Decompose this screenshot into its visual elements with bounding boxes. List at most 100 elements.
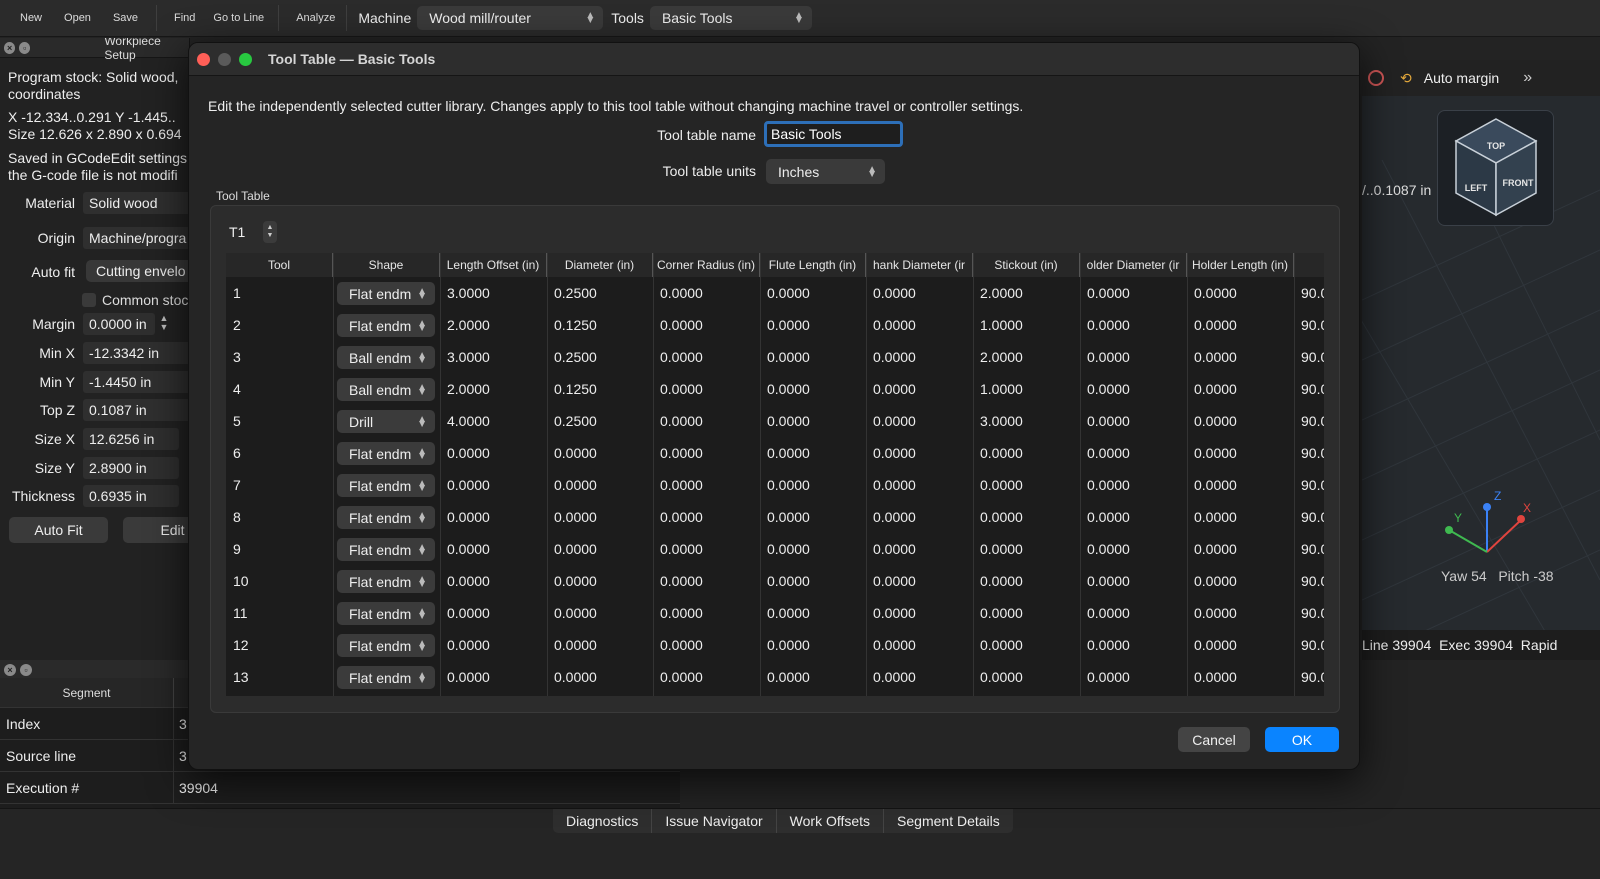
cell-stickout[interactable]: 1.0000 xyxy=(973,309,1080,341)
cell-flute-length[interactable]: 0.0000 xyxy=(760,629,867,661)
cell-holder-length[interactable]: 0.0000 xyxy=(1187,597,1294,629)
cell-stickout[interactable]: 0.0000 xyxy=(973,597,1080,629)
shape-select[interactable]: Drill ▲ ▼ xyxy=(337,410,435,433)
cell-tool[interactable]: 6 xyxy=(226,437,333,469)
cell-angle[interactable]: 90.0 xyxy=(1294,469,1324,501)
origin-select[interactable]: Machine/progra xyxy=(83,227,189,249)
cell-flute-length[interactable]: 0.0000 xyxy=(760,309,867,341)
cell-angle[interactable]: 90.0 xyxy=(1294,373,1324,405)
col-angle[interactable] xyxy=(1294,253,1324,277)
cell-flute-length[interactable]: 0.0000 xyxy=(760,597,867,629)
cell-length-offset[interactable]: 3.0000 xyxy=(440,277,547,309)
cell-corner-radius[interactable]: 0.0000 xyxy=(653,501,760,533)
cell-holder-length[interactable]: 0.0000 xyxy=(1187,277,1294,309)
cell-corner-radius[interactable]: 0.0000 xyxy=(653,661,760,693)
cell-shank-diameter[interactable]: 0.0000 xyxy=(866,629,973,661)
cell-holder-length[interactable]: 0.0000 xyxy=(1187,309,1294,341)
shape-select[interactable]: Flat endm ▲ ▼ xyxy=(337,506,435,529)
table-row[interactable]: 13 Flat endm ▲ ▼ 0.0000 0.0000 0.0000 0.0000 0.0… xyxy=(226,661,1324,693)
expand-icon[interactable]: » xyxy=(1523,69,1532,87)
tab-issue-navigator[interactable]: Issue Navigator xyxy=(651,809,775,833)
table-row[interactable]: 12 Flat endm ▲ ▼ 0.0000 0.0000 0.0000 0.0000 0.0… xyxy=(226,629,1324,661)
close-window-icon[interactable] xyxy=(197,52,210,66)
shape-select[interactable]: Flat endm ▲ ▼ xyxy=(337,570,435,593)
cell-tool[interactable]: 2 xyxy=(226,309,333,341)
table-row[interactable]: 3 Ball endm ▲ ▼ 3.0000 0.2500 0.0000 0.0000 0.00… xyxy=(226,341,1324,373)
cell-diameter[interactable]: 0.0000 xyxy=(547,469,654,501)
cell-holder-length[interactable]: 0.0000 xyxy=(1187,661,1294,693)
float-icon[interactable]: ▫ xyxy=(19,41,31,54)
tools-select[interactable]: Basic Tools ▲ ▼ xyxy=(649,6,812,30)
cell-flute-length[interactable]: 0.0000 xyxy=(760,469,867,501)
col-flute-length[interactable]: Flute Length (in) xyxy=(760,253,866,277)
cell-angle[interactable]: 90.0 xyxy=(1294,501,1324,533)
cube-top-label[interactable]: TOP xyxy=(1487,141,1505,151)
cell-flute-length[interactable]: 0.0000 xyxy=(760,437,867,469)
table-row[interactable]: 5 Drill ▲ ▼ 4.0000 0.2500 0.0000 0.0000 0.0000 3.… xyxy=(226,405,1324,437)
common-stock-checkbox[interactable]: Common stoc xyxy=(82,292,188,308)
cell-holder-diameter[interactable]: 0.0000 xyxy=(1080,661,1187,693)
cell-flute-length[interactable]: 0.0000 xyxy=(760,341,867,373)
cell-stickout[interactable]: 2.0000 xyxy=(973,341,1080,373)
cell-tool[interactable]: 10 xyxy=(226,565,333,597)
cell-diameter[interactable]: 0.0000 xyxy=(547,501,654,533)
auto-margin-icon[interactable]: ⟲ xyxy=(1400,70,1412,87)
shape-select[interactable]: Flat endm ▲ ▼ xyxy=(337,442,435,465)
cell-holder-diameter[interactable]: 0.0000 xyxy=(1080,405,1187,437)
cell-angle[interactable]: 90.0 xyxy=(1294,277,1324,309)
cell-holder-length[interactable]: 0.0000 xyxy=(1187,341,1294,373)
cell-corner-radius[interactable]: 0.0000 xyxy=(653,533,760,565)
table-row[interactable]: 1 Flat endm ▲ ▼ 3.0000 0.2500 0.0000 0.0000 0.00… xyxy=(226,277,1324,309)
cell-corner-radius[interactable]: 0.0000 xyxy=(653,341,760,373)
auto-margin-label[interactable]: Auto margin xyxy=(1424,70,1499,86)
cell-diameter[interactable]: 0.0000 xyxy=(547,661,654,693)
view-cube[interactable]: TOP LEFT FRONT xyxy=(1437,110,1554,226)
cell-holder-length[interactable]: 0.0000 xyxy=(1187,629,1294,661)
table-row[interactable]: 2 Flat endm ▲ ▼ 2.0000 0.1250 0.0000 0.0000 0.00… xyxy=(226,309,1324,341)
cell-diameter[interactable]: 0.2500 xyxy=(547,341,654,373)
zoom-window-icon[interactable] xyxy=(239,52,252,66)
cell-angle[interactable]: 90.0 xyxy=(1294,405,1324,437)
cell-corner-radius[interactable]: 0.0000 xyxy=(653,469,760,501)
cell-diameter[interactable]: 0.0000 xyxy=(547,565,654,597)
float-icon[interactable]: ▫ xyxy=(20,663,32,676)
close-icon[interactable]: × xyxy=(4,663,16,676)
tool-table-name-input[interactable] xyxy=(764,121,903,147)
cell-holder-diameter[interactable]: 0.0000 xyxy=(1080,277,1187,309)
shape-select[interactable]: Flat endm ▲ ▼ xyxy=(337,282,435,305)
margin-stepper-icon[interactable]: ▲ ▼ xyxy=(158,314,170,334)
shape-select[interactable]: Flat endm ▲ ▼ xyxy=(337,474,435,497)
cell-holder-diameter[interactable]: 0.0000 xyxy=(1080,533,1187,565)
col-shank-diameter[interactable]: hank Diameter (ir xyxy=(866,253,973,277)
analyze-button[interactable]: Analyze xyxy=(282,0,343,37)
cell-corner-radius[interactable]: 0.0000 xyxy=(653,597,760,629)
shape-select[interactable]: Flat endm ▲ ▼ xyxy=(337,634,435,657)
tool-selector-stepper[interactable]: T1 ▲ ▼ xyxy=(227,220,281,244)
cell-flute-length[interactable]: 0.0000 xyxy=(760,501,867,533)
cell-holder-length[interactable]: 0.0000 xyxy=(1187,565,1294,597)
cell-stickout[interactable]: 0.0000 xyxy=(973,661,1080,693)
cell-tool[interactable]: 4 xyxy=(226,373,333,405)
cell-length-offset[interactable]: 2.0000 xyxy=(440,373,547,405)
new-button[interactable]: New xyxy=(12,0,50,37)
cell-corner-radius[interactable]: 0.0000 xyxy=(653,373,760,405)
table-row[interactable]: Execution # 39904 xyxy=(0,771,680,804)
table-row[interactable]: 4 Ball endm ▲ ▼ 2.0000 0.1250 0.0000 0.0000 0.00… xyxy=(226,373,1324,405)
cell-diameter[interactable]: 0.1250 xyxy=(547,373,654,405)
cell-holder-diameter[interactable]: 0.0000 xyxy=(1080,373,1187,405)
cell-tool[interactable]: 3 xyxy=(226,341,333,373)
cell-tool[interactable]: 7 xyxy=(226,469,333,501)
cell-holder-diameter[interactable]: 0.0000 xyxy=(1080,309,1187,341)
cell-angle[interactable]: 90.0 xyxy=(1294,629,1324,661)
cell-holder-length[interactable]: 0.0000 xyxy=(1187,405,1294,437)
cell-flute-length[interactable]: 0.0000 xyxy=(760,565,867,597)
cell-shank-diameter[interactable]: 0.0000 xyxy=(866,373,973,405)
material-select[interactable]: Solid wood xyxy=(83,192,189,214)
cell-holder-diameter[interactable]: 0.0000 xyxy=(1080,501,1187,533)
cell-shank-diameter[interactable]: 0.0000 xyxy=(866,565,973,597)
cell-corner-radius[interactable]: 0.0000 xyxy=(653,277,760,309)
cell-shank-diameter[interactable]: 0.0000 xyxy=(866,597,973,629)
cell-holder-diameter[interactable]: 0.0000 xyxy=(1080,629,1187,661)
cell-holder-length[interactable]: 0.0000 xyxy=(1187,533,1294,565)
table-row[interactable]: 8 Flat endm ▲ ▼ 0.0000 0.0000 0.0000 0.0000 0.00… xyxy=(226,501,1324,533)
